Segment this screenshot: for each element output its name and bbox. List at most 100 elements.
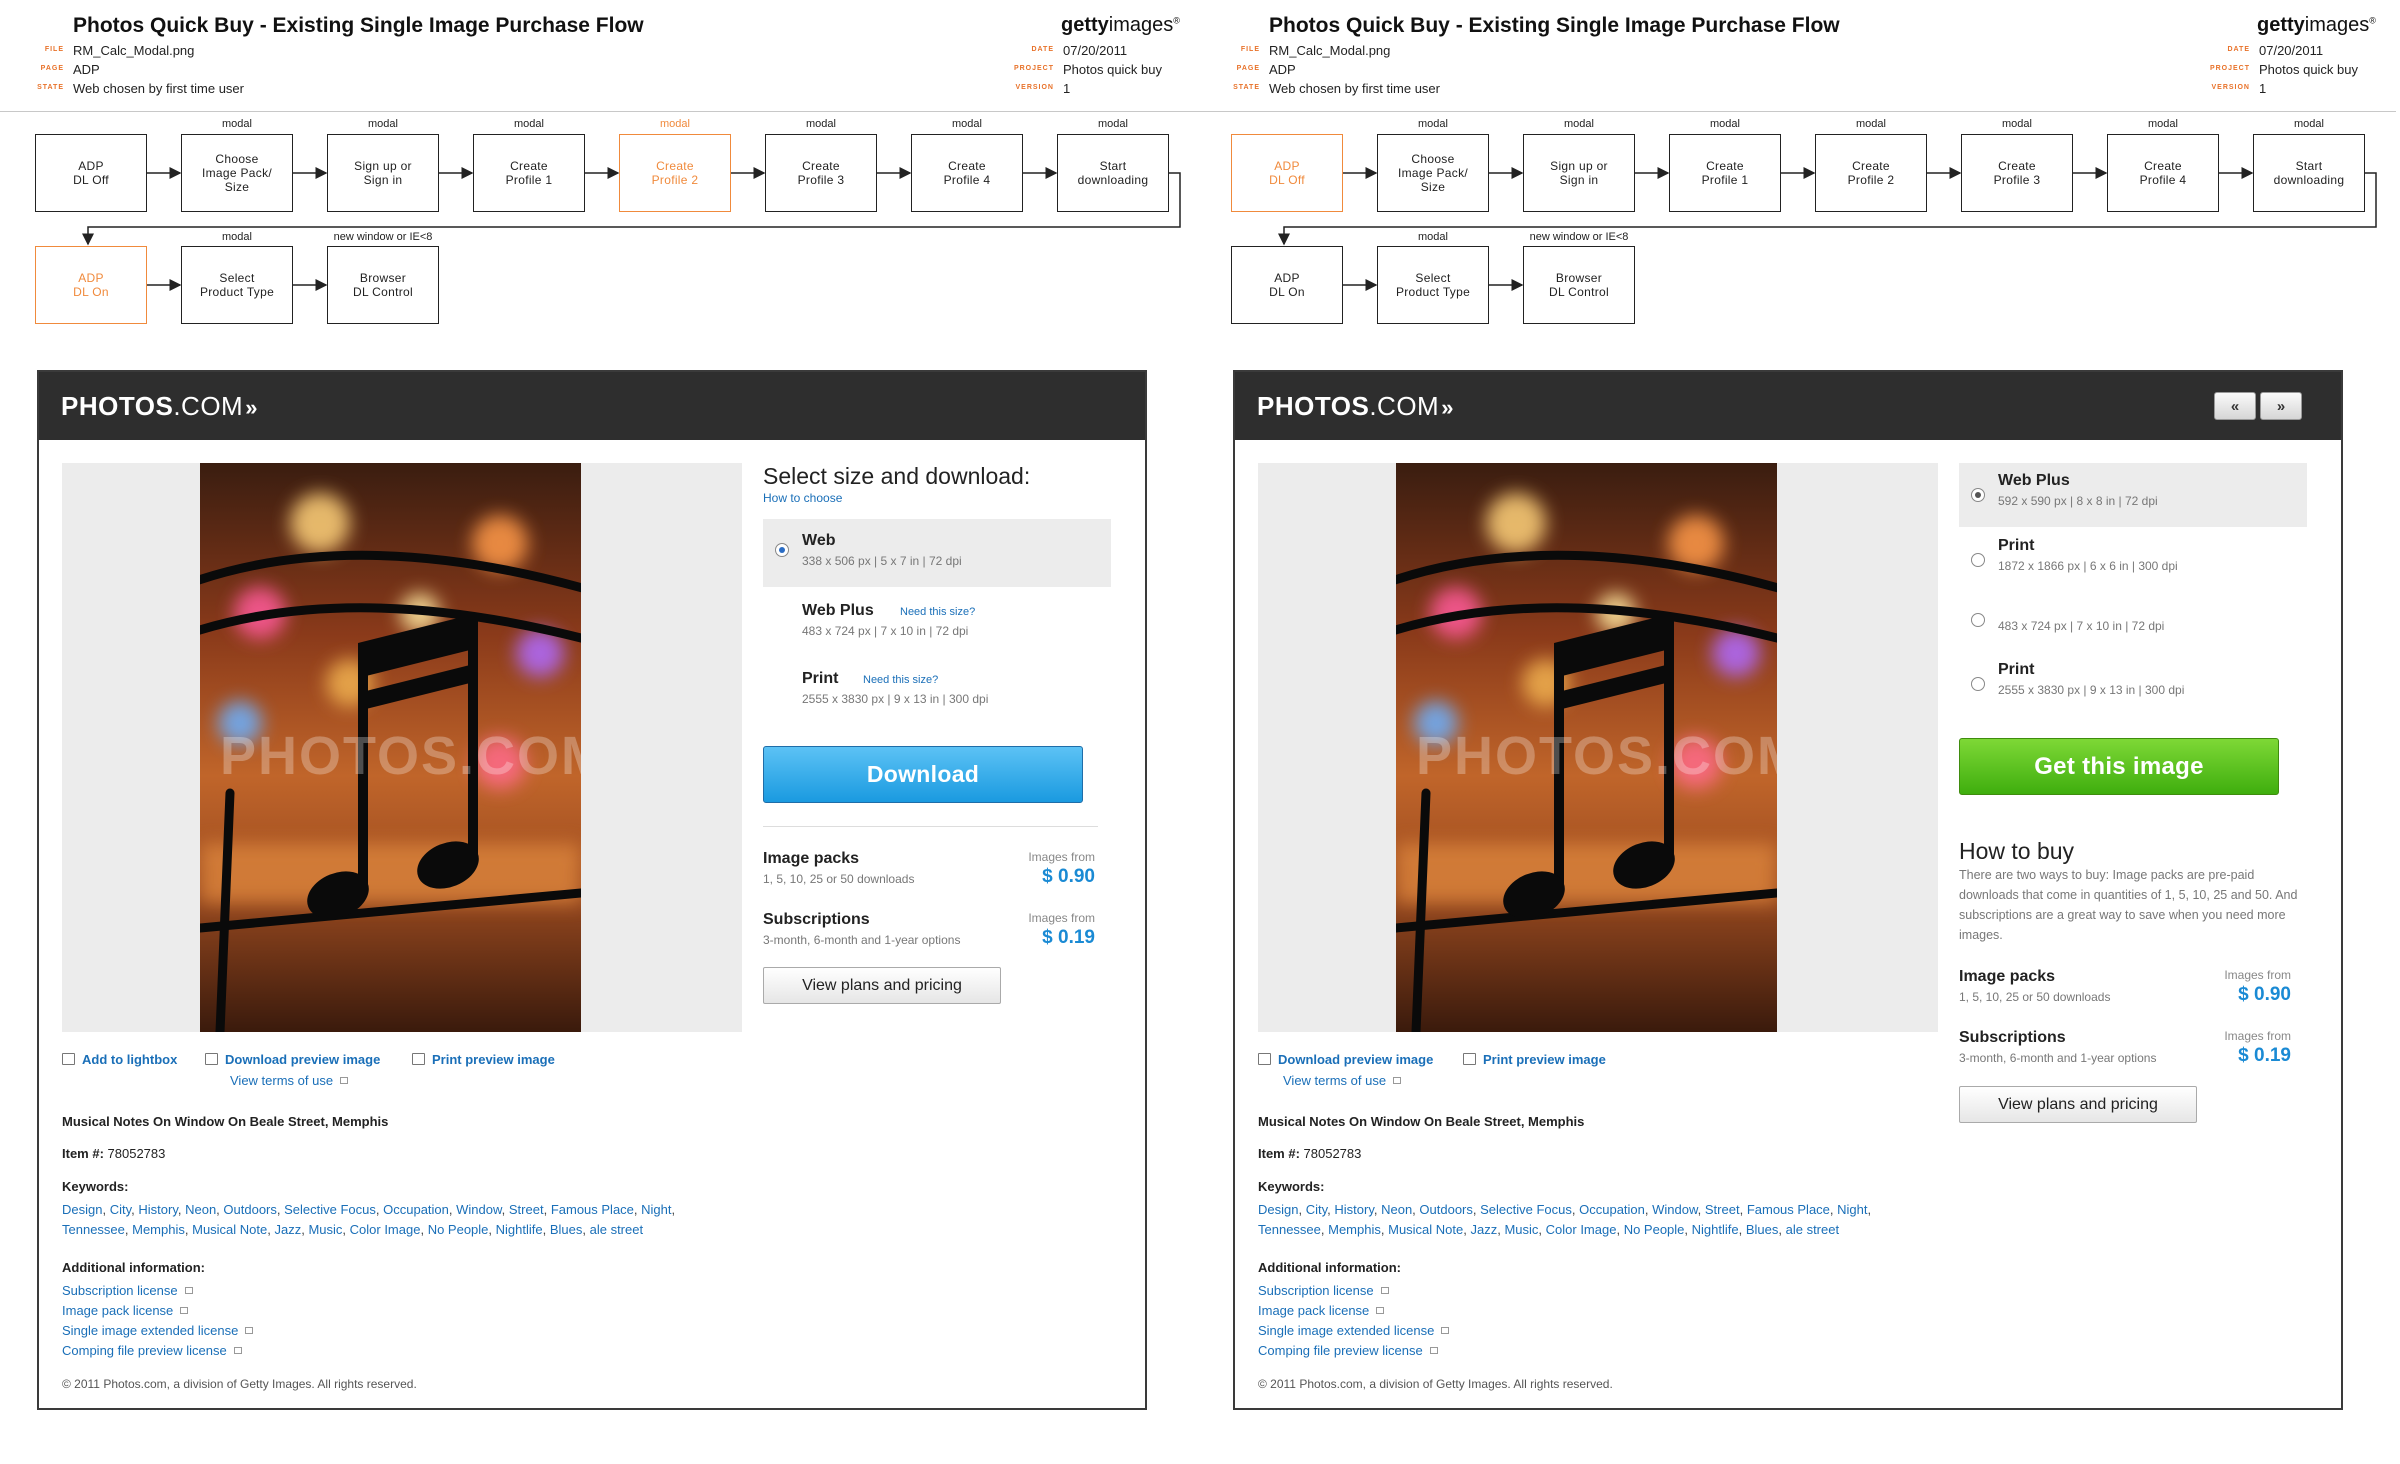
size-option-print-medium[interactable]: Print 1872 x 1866 px | 6 x 6 in | 300 dp…: [1959, 527, 2307, 591]
need-this-size-link[interactable]: Need this size?: [863, 674, 938, 686]
keyword-link[interactable]: Design: [1258, 1202, 1298, 1217]
print-preview-link[interactable]: Print preview image: [412, 1052, 555, 1067]
select-size-title: Select size and download:: [763, 463, 1031, 489]
radio-selected[interactable]: [1971, 488, 1985, 502]
flow-diagram: modal modal modal modal modal modal moda…: [0, 0, 1200, 340]
flow-label: modal: [2148, 118, 2178, 130]
flow-label: new window or IE<8: [1529, 231, 1629, 243]
keyword-link[interactable]: Famous Place: [1747, 1202, 1830, 1217]
flow-step: Create Profile 4: [2107, 134, 2219, 212]
keyword-link[interactable]: No People: [1624, 1222, 1685, 1237]
license-link[interactable]: Image pack license: [62, 1301, 253, 1321]
keyword-link[interactable]: Color Image: [350, 1222, 421, 1237]
keyword-link[interactable]: Nightlife: [1692, 1222, 1739, 1237]
keyword-link[interactable]: Nightlife: [496, 1222, 543, 1237]
license-link[interactable]: Comping file preview license: [62, 1341, 253, 1361]
keyword-link[interactable]: No People: [428, 1222, 489, 1237]
keyword-link[interactable]: Window: [456, 1202, 502, 1217]
radio-unselected[interactable]: [1971, 613, 1985, 627]
keyword-list: Design, City, History, Neon, Outdoors, S…: [62, 1202, 676, 1237]
external-link-icon: [1376, 1307, 1385, 1314]
previous-button[interactable]: «: [2214, 392, 2256, 420]
subscriptions-title: Subscriptions: [763, 911, 870, 928]
keyword-link[interactable]: Design: [62, 1202, 102, 1217]
keyword-link[interactable]: Tennessee: [62, 1222, 125, 1237]
keyword-link[interactable]: ale street: [590, 1222, 643, 1237]
keyword-link[interactable]: Selective Focus: [1480, 1202, 1572, 1217]
license-link[interactable]: Image pack license: [1258, 1301, 1449, 1321]
keyword-link[interactable]: Music: [1504, 1222, 1538, 1237]
keyword-link[interactable]: Blues: [550, 1222, 583, 1237]
size-option-print[interactable]: Print Need this size? 2555 x 3830 px | 9…: [763, 655, 1111, 723]
keyword-link[interactable]: Street: [509, 1202, 544, 1217]
keyword-link[interactable]: Musical Note: [192, 1222, 267, 1237]
license-link[interactable]: Single image extended license: [1258, 1321, 1450, 1341]
size-option-web[interactable]: Web 338 x 506 px | 5 x 7 in | 72 dpi: [763, 519, 1111, 587]
view-terms-link[interactable]: View terms of use: [1283, 1073, 1402, 1088]
size-option-web-plus[interactable]: Web Plus 592 x 590 px | 8 x 8 in | 72 dp…: [1959, 463, 2307, 527]
next-button[interactable]: »: [2260, 392, 2302, 420]
keyword-link[interactable]: Color Image: [1546, 1222, 1617, 1237]
keyword-link[interactable]: Street: [1705, 1202, 1740, 1217]
flow-label: modal: [514, 118, 544, 130]
keyword-link[interactable]: Jazz: [1470, 1222, 1497, 1237]
keyword-link[interactable]: Selective Focus: [284, 1202, 376, 1217]
license-link[interactable]: Subscription license: [1258, 1281, 1449, 1301]
flow-step: Create Profile 3: [1961, 134, 2073, 212]
keyword-link[interactable]: Music: [308, 1222, 342, 1237]
item-number: Item #: 78052783: [62, 1146, 166, 1161]
flow-label: modal: [1856, 118, 1886, 130]
flow-label: modal: [368, 118, 398, 130]
license-link[interactable]: Comping file preview license: [1258, 1341, 1449, 1361]
size-option-web-large[interactable]: 483 x 724 px | 7 x 10 in | 72 dpi: [1959, 591, 2307, 655]
need-this-size-link[interactable]: Need this size?: [900, 606, 975, 618]
keyword-link[interactable]: Occupation: [383, 1202, 449, 1217]
keyword-link[interactable]: Jazz: [274, 1222, 301, 1237]
radio-unselected[interactable]: [1971, 677, 1985, 691]
view-plans-button[interactable]: View plans and pricing: [763, 967, 1001, 1004]
keyword-link[interactable]: Window: [1652, 1202, 1698, 1217]
size-option-web-plus[interactable]: Web Plus Need this size? 483 x 724 px | …: [763, 587, 1111, 655]
keyword-link[interactable]: Blues: [1746, 1222, 1779, 1237]
view-plans-button[interactable]: View plans and pricing: [1959, 1086, 2197, 1123]
preview-image: PHOTOS.COM: [1396, 463, 1777, 1032]
flow-step-current: ADP DL Off: [1231, 134, 1343, 212]
print-preview-link[interactable]: Print preview image: [1463, 1052, 1606, 1067]
flow-label: modal: [222, 231, 252, 243]
how-to-choose-link[interactable]: How to choose: [763, 491, 842, 505]
add-to-lightbox-link[interactable]: Add to lightbox: [62, 1052, 177, 1067]
site-topbar: PHOTOS.COM» « »: [1235, 372, 2341, 440]
keyword-link[interactable]: History: [1334, 1202, 1373, 1217]
keyword-link[interactable]: City: [110, 1202, 131, 1217]
keyword-link[interactable]: Outdoors: [223, 1202, 276, 1217]
flow-step: Select Product Type: [1377, 246, 1489, 324]
keyword-link[interactable]: Neon: [1381, 1202, 1412, 1217]
download-preview-link[interactable]: Download preview image: [205, 1052, 380, 1067]
download-preview-link[interactable]: Download preview image: [1258, 1052, 1433, 1067]
download-button[interactable]: Download: [763, 746, 1083, 803]
keywords-heading: Keywords:: [1258, 1179, 1325, 1194]
license-link[interactable]: Subscription license: [62, 1281, 253, 1301]
size-option-print-large[interactable]: Print 2555 x 3830 px | 9 x 13 in | 300 d…: [1959, 655, 2307, 719]
radio-selected[interactable]: [775, 543, 789, 557]
subscriptions-desc: 3-month, 6-month and 1-year options: [1959, 1051, 2157, 1065]
keyword-link[interactable]: Famous Place: [551, 1202, 634, 1217]
get-this-image-button[interactable]: Get this image: [1959, 738, 2279, 795]
view-terms-link[interactable]: View terms of use: [230, 1073, 349, 1088]
keyword-link[interactable]: Occupation: [1579, 1202, 1645, 1217]
keyword-link[interactable]: Neon: [185, 1202, 216, 1217]
radio-unselected[interactable]: [1971, 553, 1985, 567]
keyword-link[interactable]: History: [138, 1202, 177, 1217]
keyword-link[interactable]: Night: [641, 1202, 671, 1217]
keyword-link[interactable]: Memphis: [132, 1222, 185, 1237]
keyword-link[interactable]: Night: [1837, 1202, 1867, 1217]
keyword-link[interactable]: Outdoors: [1419, 1202, 1472, 1217]
keyword-link[interactable]: Tennessee: [1258, 1222, 1321, 1237]
flow-label: modal: [806, 118, 836, 130]
keyword-link[interactable]: City: [1306, 1202, 1327, 1217]
subscription-price: $ 0.19: [1042, 927, 1095, 948]
license-link[interactable]: Single image extended license: [62, 1321, 254, 1341]
keyword-link[interactable]: Memphis: [1328, 1222, 1381, 1237]
keyword-link[interactable]: Musical Note: [1388, 1222, 1463, 1237]
keyword-link[interactable]: ale street: [1786, 1222, 1839, 1237]
